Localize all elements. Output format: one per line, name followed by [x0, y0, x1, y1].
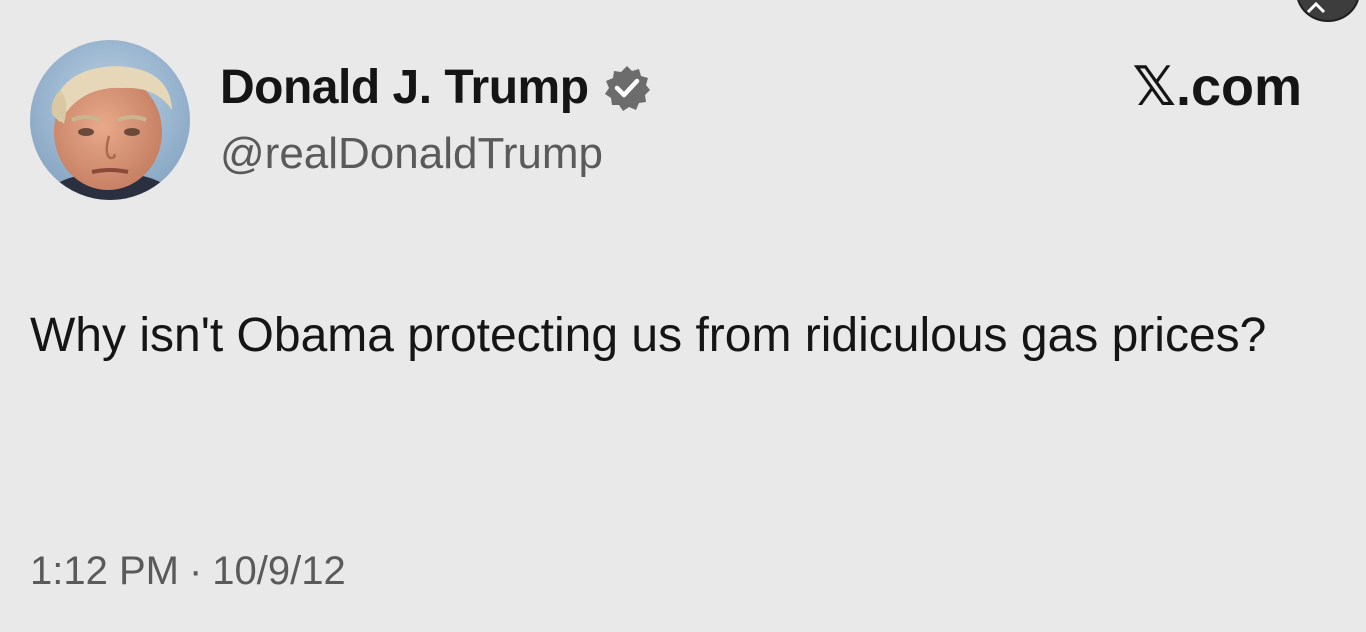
avatar[interactable] [30, 40, 190, 200]
author-name-row: Donald J. Trump [220, 58, 651, 118]
corner-share-button[interactable] [1296, 0, 1360, 22]
tweet-text: Why isn't Obama protecting us from ridic… [30, 309, 1267, 362]
display-name[interactable]: Donald J. Trump [220, 64, 589, 112]
verified-badge-icon [604, 66, 650, 111]
tweet-card: Donald J. Trump @realDonaldTrump 𝕏.com W… [0, 0, 1366, 632]
share-icon [1306, 1, 1326, 14]
tweet-date: 10/9/12 [212, 549, 346, 593]
tweet-timestamp[interactable]: 1:12 PM · 10/9/12 [30, 551, 346, 591]
user-handle[interactable]: @realDonaldTrump [220, 132, 603, 176]
profile-photo [30, 40, 190, 200]
x-logo-label: 𝕏.com [1132, 57, 1302, 117]
tweet-time: 1:12 PM [30, 549, 179, 593]
timestamp-separator: · [188, 549, 203, 593]
